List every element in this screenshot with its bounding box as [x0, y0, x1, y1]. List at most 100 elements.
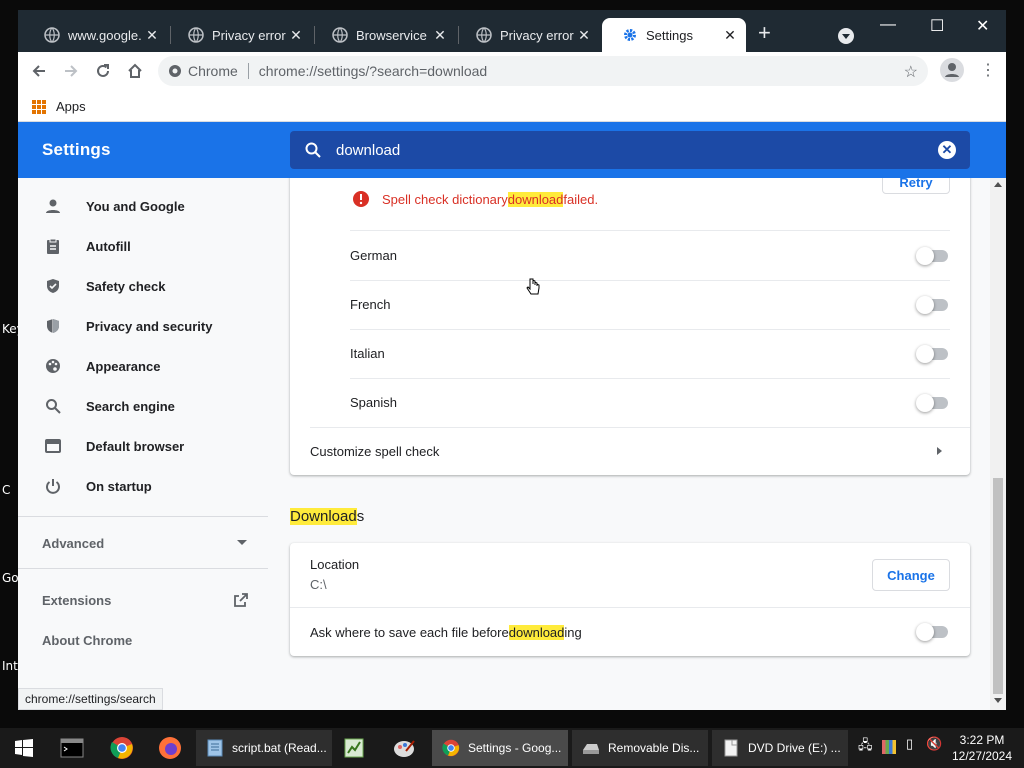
taskbar-firefox[interactable]	[156, 734, 184, 762]
language-row-spanish[interactable]: Spanish	[290, 378, 970, 427]
taskbar-paint[interactable]	[390, 734, 418, 762]
desktop-icon-label: C	[2, 483, 11, 497]
sidebar-item-autofill[interactable]: Autofill	[18, 226, 268, 266]
close-icon[interactable]: ✕	[286, 27, 306, 44]
maximize-button[interactable]: ☐	[930, 16, 944, 36]
taskbar-task-chrome-settings[interactable]: Settings - Goog...	[432, 730, 568, 766]
tab-privacy-error-2[interactable]: Privacy error ✕	[456, 18, 600, 52]
network-icon[interactable]: 🖧	[858, 736, 873, 758]
settings-search[interactable]: ✕	[290, 131, 970, 169]
star-icon[interactable]: ☆	[904, 62, 918, 82]
start-button[interactable]	[10, 734, 38, 762]
language-row-german[interactable]: German	[290, 231, 970, 280]
sidebar-item-you-and-google[interactable]: You and Google	[18, 186, 268, 226]
search-input[interactable]	[336, 141, 896, 159]
clear-search-icon[interactable]: ✕	[938, 141, 956, 159]
language-row-italian[interactable]: Italian	[290, 329, 970, 378]
close-icon[interactable]: ✕	[574, 27, 594, 44]
ask-where-to-save-row[interactable]: Ask where to save each file before downl…	[290, 608, 970, 656]
forward-button[interactable]	[58, 58, 84, 84]
scroll-up-arrow-icon[interactable]	[994, 182, 1002, 187]
sidebar-item-label: Advanced	[42, 535, 105, 551]
taskbar-task-dvd-drive[interactable]: DVD Drive (E:) ...	[712, 730, 848, 766]
sidebar-item-label: Privacy and security	[86, 318, 213, 334]
home-button[interactable]	[122, 58, 148, 84]
tab-settings[interactable]: Settings ✕	[602, 18, 746, 52]
italian-toggle[interactable]	[916, 345, 948, 363]
heading-highlight: Download	[290, 508, 357, 525]
change-location-button[interactable]: Change	[872, 559, 950, 591]
clock-time: 3:22 PM	[959, 733, 1005, 747]
ask-where-toggle[interactable]	[916, 623, 948, 641]
system-clock[interactable]: 3:22 PM 12/27/2024	[948, 732, 1016, 764]
profile-avatar[interactable]	[940, 58, 964, 82]
person-icon	[945, 63, 959, 77]
tab-browservice[interactable]: Browservice ✕	[312, 18, 456, 52]
sidebar-item-advanced[interactable]: Advanced	[18, 523, 268, 563]
sidebar-item-label: Default browser	[86, 438, 185, 454]
apps-bookmark[interactable]: Apps	[56, 99, 86, 114]
sidebar-item-label: Autofill	[86, 238, 131, 254]
tab-google[interactable]: www.google.co ✕	[24, 18, 168, 52]
taskbar: script.bat (Read... Settings - Goog... R…	[0, 728, 1024, 768]
close-icon[interactable]: ✕	[430, 27, 450, 44]
taskbar-terminal[interactable]	[58, 734, 86, 762]
more-menu-icon[interactable]: ⋮	[980, 60, 996, 80]
french-toggle[interactable]	[916, 296, 948, 314]
language-label: French	[350, 297, 391, 312]
task-label: script.bat (Read...	[232, 741, 327, 755]
sidebar-item-default-browser[interactable]: Default browser	[18, 426, 268, 466]
task-label: Removable Dis...	[608, 741, 700, 755]
sidebar-item-search-engine[interactable]: Search engine	[18, 386, 268, 426]
sidebar-item-extensions[interactable]: Extensions	[18, 580, 268, 620]
address-bar[interactable]: Chrome chrome://settings/?search=downloa…	[158, 56, 928, 86]
desktop-icon-label: Go	[2, 571, 19, 585]
taskbar-chrome[interactable]	[108, 734, 136, 762]
sidebar-item-appearance[interactable]: Appearance	[18, 346, 268, 386]
heading-rest: s	[356, 508, 365, 525]
page-scrollbar[interactable]	[990, 178, 1006, 710]
customize-label: Customize spell check	[310, 443, 440, 459]
bookmarks-bar: Apps	[18, 90, 1006, 122]
language-row-french[interactable]: French	[290, 280, 970, 329]
chevron-down-icon	[237, 540, 247, 545]
open-in-new-icon	[234, 593, 248, 607]
sidebar-item-privacy[interactable]: Privacy and security	[18, 306, 268, 346]
location-label: Location	[310, 557, 360, 572]
clipboard-icon	[44, 237, 62, 255]
taskbar-task-notepad[interactable]: script.bat (Read...	[196, 730, 332, 766]
german-toggle[interactable]	[916, 247, 948, 265]
url-text[interactable]: chrome://settings/?search=download	[259, 63, 487, 79]
sidebar-item-safety-check[interactable]: Safety check	[18, 266, 268, 306]
scroll-thumb[interactable]	[993, 478, 1003, 694]
taskbar-editor[interactable]	[340, 734, 368, 762]
ask-label-highlight: download	[508, 624, 565, 640]
site-label: Chrome	[188, 63, 238, 79]
omnibox-divider	[247, 63, 249, 79]
tab-search-icon[interactable]	[838, 28, 854, 44]
close-icon[interactable]: ✕	[720, 27, 740, 44]
reload-button[interactable]	[90, 58, 116, 84]
settings-header: Settings ✕	[18, 122, 1006, 178]
sidebar-item-on-startup[interactable]: On startup	[18, 466, 268, 506]
taskbar-task-removable-disk[interactable]: Removable Dis...	[572, 730, 708, 766]
customize-spell-check-row[interactable]: Customize spell check	[290, 427, 970, 475]
battery-icon[interactable]: ▯	[906, 736, 913, 752]
tab-privacy-error-1[interactable]: Privacy error ✕	[168, 18, 312, 52]
new-tab-button[interactable]: +	[758, 22, 771, 44]
spreadsheet-icon	[344, 738, 364, 758]
minimize-button[interactable]: —	[880, 16, 896, 34]
sidebar-item-about-chrome[interactable]: About Chrome	[18, 620, 268, 660]
scroll-down-arrow-icon[interactable]	[994, 698, 1002, 703]
close-icon[interactable]: ✕	[142, 27, 162, 44]
volume-muted-icon[interactable]: 🔇	[926, 736, 942, 752]
status-bubble: chrome://settings/search	[18, 688, 163, 710]
color-tray-icon[interactable]	[882, 740, 896, 754]
back-button[interactable]	[26, 58, 52, 84]
spanish-toggle[interactable]	[916, 394, 948, 412]
close-window-button[interactable]: ✕	[976, 16, 989, 36]
search-icon	[44, 397, 62, 415]
tab-title: Browservice	[356, 27, 427, 43]
apps-grid-icon[interactable]	[32, 100, 46, 114]
globe-icon	[332, 27, 348, 43]
